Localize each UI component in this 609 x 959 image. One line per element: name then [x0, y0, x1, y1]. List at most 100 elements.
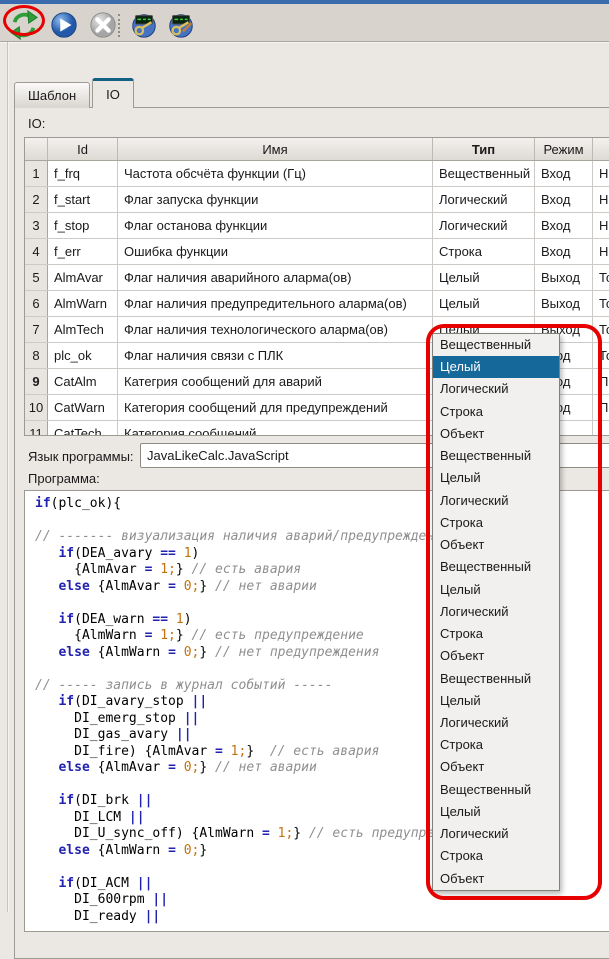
tab-io[interactable]: IO	[92, 78, 134, 108]
refresh-button[interactable]	[8, 9, 40, 41]
dropdown-item[interactable]: Строка	[433, 512, 559, 534]
dropdown-item[interactable]: Логический	[433, 823, 559, 845]
cell-name[interactable]: Флаг наличия технологического аларма(ов)	[118, 317, 433, 342]
column-header[interactable]: Режим	[535, 138, 593, 160]
cell-attr[interactable]: Не	[593, 213, 609, 238]
cell-mode[interactable]: Вход	[535, 187, 593, 212]
cell-id[interactable]: AlmTech	[48, 317, 118, 342]
table-row[interactable]: 6AlmWarnФлаг наличия предупредительного …	[25, 291, 609, 317]
dropdown-item[interactable]: Вещественный	[433, 334, 559, 356]
column-header[interactable]	[25, 138, 48, 160]
dropdown-item[interactable]: Строка	[433, 845, 559, 867]
cell-name[interactable]: Ошибка функции	[118, 239, 433, 264]
code-line: {AlmWarn = 1;} // есть предупреждение	[35, 628, 481, 645]
cell-attr[interactable]: То	[593, 265, 609, 290]
cell-id[interactable]: plc_ok	[48, 343, 118, 368]
dropdown-item[interactable]: Объект	[433, 756, 559, 778]
cell-attr[interactable]: Не	[593, 187, 609, 212]
cell-name[interactable]: Категория сообщений для предупреждений	[118, 395, 433, 420]
cell-name[interactable]: Категрия сообщений для аварий	[118, 369, 433, 394]
cell-name[interactable]: Категория сообщений	[118, 421, 433, 436]
cell-name[interactable]: Флаг наличия связи с ПЛК	[118, 343, 433, 368]
dropdown-item[interactable]: Вещественный	[433, 556, 559, 578]
table-row[interactable]: 5AlmAvarФлаг наличия аварийного аларма(о…	[25, 265, 609, 291]
dropdown-item[interactable]: Логический	[433, 378, 559, 400]
dropdown-item[interactable]: Строка	[433, 401, 559, 423]
dropdown-item[interactable]: Вещественный	[433, 779, 559, 801]
cell-attr[interactable]	[593, 421, 609, 436]
cell-attr[interactable]: То	[593, 343, 609, 368]
cell-attr[interactable]: По	[593, 369, 609, 394]
cell-n: 3	[25, 213, 48, 238]
table-row[interactable]: 4f_errОшибка функцииСтрокаВходНе	[25, 239, 609, 265]
dropdown-item[interactable]: Объект	[433, 534, 559, 556]
code-line: if(DEA_avary == 1)	[35, 546, 481, 563]
code-line	[35, 513, 481, 530]
dropdown-item[interactable]: Строка	[433, 623, 559, 645]
dropdown-item[interactable]: Вещественный	[433, 445, 559, 467]
dropdown-item[interactable]: Логический	[433, 712, 559, 734]
cell-id[interactable]: f_start	[48, 187, 118, 212]
column-header[interactable]: Имя	[118, 138, 433, 160]
dropdown-item[interactable]: Объект	[433, 868, 559, 890]
cell-attr[interactable]: Не	[593, 239, 609, 264]
cell-id[interactable]: CatWarn	[48, 395, 118, 420]
type-dropdown-list[interactable]: ВещественныйЦелыйЛогическийСтрокаОбъектВ…	[432, 333, 560, 891]
cell-name[interactable]: Флаг останова функции	[118, 213, 433, 238]
cell-type[interactable]: Целый	[433, 265, 535, 290]
cell-n: 7	[25, 317, 48, 342]
cell-attr[interactable]: То	[593, 317, 609, 342]
dropdown-item[interactable]: Целый	[433, 801, 559, 823]
cell-mode[interactable]: Выход	[535, 291, 593, 316]
table-row[interactable]: 1f_frqЧастота обсчёта функции (Гц)Вещест…	[25, 161, 609, 187]
cell-id[interactable]: f_stop	[48, 213, 118, 238]
function-edit-button[interactable]	[165, 9, 197, 41]
cell-name[interactable]: Флаг запуска функции	[118, 187, 433, 212]
cell-type[interactable]: Вещественный	[433, 161, 535, 186]
dropdown-item[interactable]: Логический	[433, 601, 559, 623]
cell-id[interactable]: CatAlm	[48, 369, 118, 394]
table-row[interactable]: 2f_startФлаг запуска функцииЛогическийВх…	[25, 187, 609, 213]
cell-type[interactable]: Логический	[433, 213, 535, 238]
dropdown-item[interactable]: Вещественный	[433, 668, 559, 690]
tab-io-label: IO	[106, 87, 120, 102]
dropdown-item[interactable]: Целый	[433, 467, 559, 489]
cell-attr[interactable]: То	[593, 291, 609, 316]
dropdown-item[interactable]: Объект	[433, 645, 559, 667]
tab-template[interactable]: Шаблон	[14, 82, 90, 108]
code-line: // ------- визуализация наличия аварий/п…	[35, 529, 481, 546]
code-line: if(DI_avary_stop ||	[35, 694, 481, 711]
cell-type[interactable]: Целый	[433, 291, 535, 316]
column-header[interactable]	[593, 138, 609, 160]
column-header[interactable]: Id	[48, 138, 118, 160]
cell-attr[interactable]: По	[593, 395, 609, 420]
dropdown-item[interactable]: Строка	[433, 734, 559, 756]
stop-button[interactable]	[87, 9, 119, 41]
cell-mode[interactable]: Вход	[535, 239, 593, 264]
dropdown-item[interactable]: Целый	[433, 579, 559, 601]
cell-name[interactable]: Флаг наличия аварийного аларма(ов)	[118, 265, 433, 290]
cell-mode[interactable]: Вход	[535, 161, 593, 186]
cell-mode[interactable]: Выход	[535, 265, 593, 290]
dropdown-item[interactable]: Логический	[433, 490, 559, 512]
cell-id[interactable]: f_frq	[48, 161, 118, 186]
dropdown-item[interactable]: Целый	[433, 690, 559, 712]
run-button[interactable]	[48, 9, 80, 41]
column-header[interactable]: Тип	[433, 138, 535, 160]
cell-name[interactable]: Флаг наличия предупредительного аларма(о…	[118, 291, 433, 316]
cell-mode[interactable]: Вход	[535, 213, 593, 238]
cell-type[interactable]: Строка	[433, 239, 535, 264]
dropdown-item[interactable]: Целый	[433, 356, 559, 378]
dropdown-item[interactable]: Объект	[433, 423, 559, 445]
cell-name[interactable]: Частота обсчёта функции (Гц)	[118, 161, 433, 186]
cell-type[interactable]: Логический	[433, 187, 535, 212]
cell-id[interactable]: f_err	[48, 239, 118, 264]
cell-attr[interactable]: Не	[593, 161, 609, 186]
code-line	[35, 595, 481, 612]
table-row[interactable]: 3f_stopФлаг останова функцииЛогическийВх…	[25, 213, 609, 239]
cell-id[interactable]: CatTech	[48, 421, 118, 436]
function-tools-button[interactable]	[128, 9, 160, 41]
cell-id[interactable]: AlmAvar	[48, 265, 118, 290]
close-icon	[88, 10, 118, 40]
cell-id[interactable]: AlmWarn	[48, 291, 118, 316]
